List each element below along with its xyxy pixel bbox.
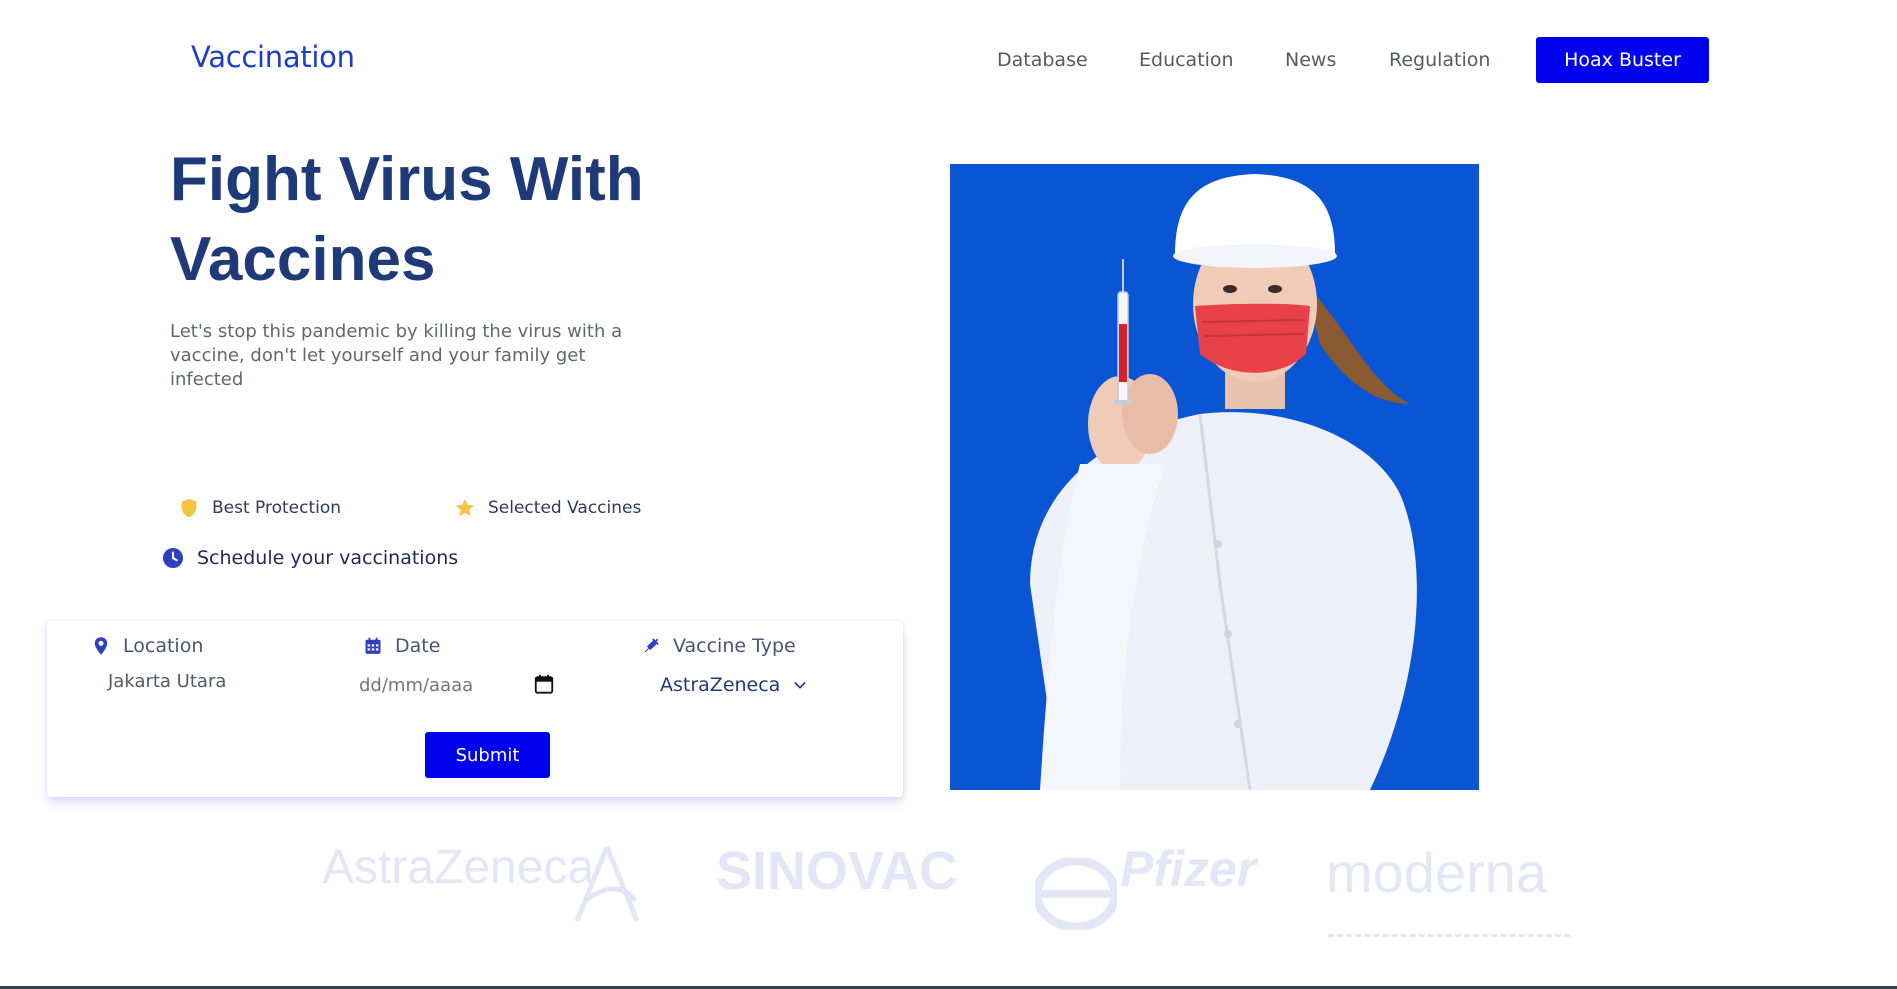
star-icon bbox=[455, 498, 475, 517]
hero-image-nurse bbox=[950, 164, 1479, 790]
schedule-heading: Schedule your vaccinations bbox=[161, 546, 458, 570]
nav-link-news[interactable]: News bbox=[1285, 49, 1336, 71]
site-logo[interactable]: Vaccination bbox=[191, 40, 355, 74]
date-field-label: Date bbox=[363, 635, 440, 657]
brand-logo-pfizer: Pfizer bbox=[1120, 841, 1257, 897]
hoax-buster-button[interactable]: Hoax Buster bbox=[1536, 37, 1709, 83]
chevron-down-icon bbox=[794, 682, 806, 689]
hero-title: Fight Virus With Vaccines bbox=[170, 140, 710, 300]
vaccination-schedule-form: Location Jakarta Utara Date dd/mm/aaaa V… bbox=[47, 621, 903, 797]
hero-title-line2: Vaccines bbox=[170, 225, 436, 294]
astrazeneca-mark-icon bbox=[575, 846, 640, 922]
vaccine-type-select[interactable]: AstraZeneca bbox=[660, 668, 808, 702]
hero-title-line1: Fight Virus With bbox=[170, 145, 644, 214]
calendar-icon bbox=[365, 637, 381, 654]
brand-logo-astrazeneca: AstraZeneca bbox=[322, 841, 595, 894]
hero-subtitle: Let's stop this pandemic by killing the … bbox=[170, 321, 623, 390]
date-label: Date bbox=[395, 635, 441, 657]
location-input[interactable]: Jakarta Utara bbox=[108, 671, 226, 692]
feature-best-protection: Best Protection bbox=[178, 497, 341, 519]
vaccine-type-label: Vaccine Type bbox=[673, 635, 796, 657]
nurse-illustration bbox=[950, 164, 1479, 790]
pfizer-mark-icon bbox=[1035, 858, 1117, 930]
syringe-icon bbox=[644, 638, 659, 653]
nav-link-education[interactable]: Education bbox=[1139, 49, 1234, 71]
map-pin-icon bbox=[94, 637, 108, 655]
nav-link-regulation[interactable]: Regulation bbox=[1389, 49, 1490, 71]
clock-icon bbox=[163, 548, 183, 568]
feature-label: Best Protection bbox=[212, 498, 342, 518]
feature-label: Selected Vaccines bbox=[488, 498, 642, 518]
location-field-label: Location bbox=[91, 635, 203, 657]
feature-selected-vaccines: Selected Vaccines bbox=[454, 497, 641, 519]
vaccine-type-value: AstraZeneca bbox=[660, 674, 781, 696]
nav-link-database[interactable]: Database bbox=[997, 49, 1088, 71]
brand-logo-sinovac: SINOVAC bbox=[716, 841, 959, 901]
brand-logo-moderna: moderna bbox=[1326, 841, 1548, 904]
schedule-label: Schedule your vaccinations bbox=[197, 547, 459, 569]
location-label: Location bbox=[123, 635, 204, 657]
vaccine-type-field-label: Vaccine Type bbox=[641, 635, 796, 657]
calendar-picker-icon[interactable] bbox=[533, 673, 555, 695]
moderna-underline bbox=[1328, 934, 1570, 937]
submit-button[interactable]: Submit bbox=[425, 732, 550, 778]
shield-icon bbox=[181, 498, 197, 518]
